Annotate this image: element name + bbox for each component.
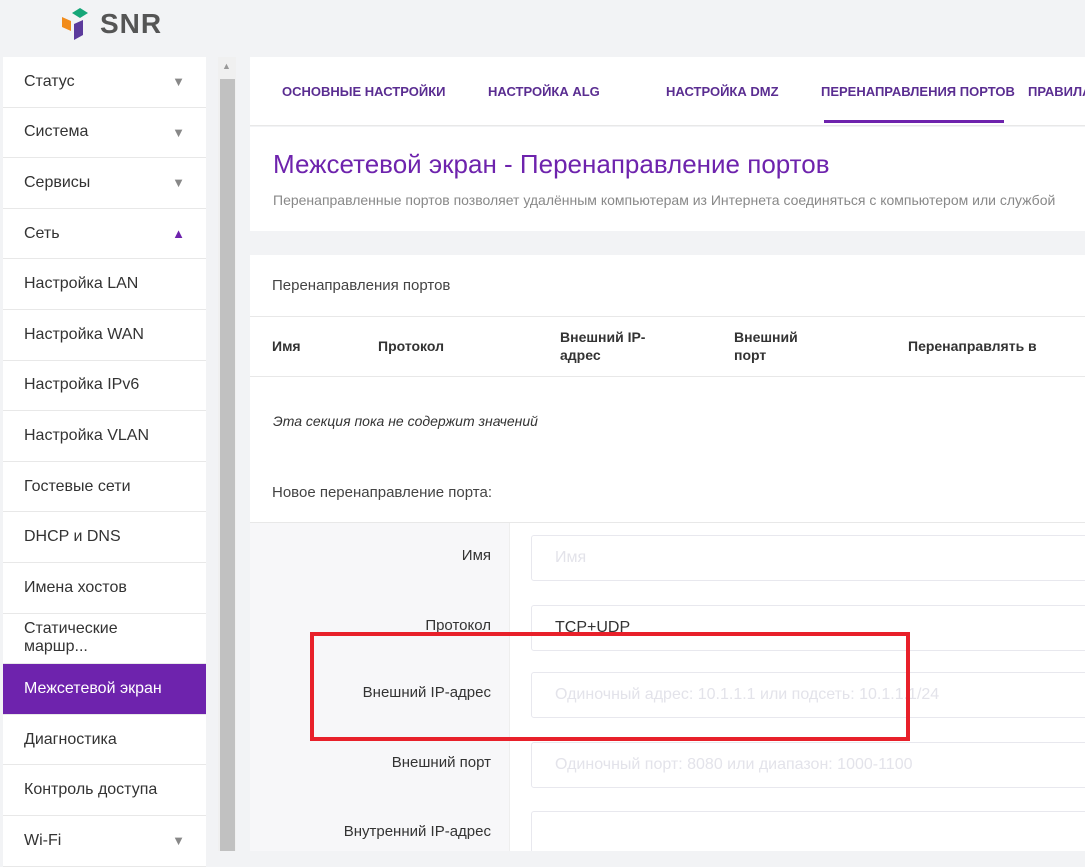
tab-alg[interactable]: НАСТРОЙКА ALG — [488, 84, 600, 99]
sidebar-item-label: Настройка IPv6 — [24, 376, 140, 394]
sidebar-item-label: Настройка VLAN — [24, 426, 150, 444]
page-title: Межсетевой экран - Перенаправление порто… — [273, 149, 830, 179]
sidebar-item[interactable]: Сервисы ▼ — [3, 158, 206, 209]
sidebar-item-label: Контроль доступа — [24, 781, 158, 799]
sidebar-item[interactable]: Контроль доступа — [3, 765, 206, 816]
sidebar-item[interactable]: Настройка WAN — [3, 310, 206, 361]
sidebar-item-label: Система — [24, 123, 89, 141]
col-forward-to: Перенаправлять в — [908, 338, 1037, 354]
tab-dmz[interactable]: НАСТРОЙКА DMZ — [666, 84, 779, 99]
chevron-down-icon: ▼ — [172, 124, 185, 140]
scrollbar-thumb[interactable] — [220, 79, 235, 851]
sidebar-item-label: Имена хостов — [24, 578, 127, 596]
name-label: Имя — [461, 547, 491, 564]
logo: SNR — [62, 7, 162, 41]
sidebar-item-label: Wi-Fi — [24, 831, 62, 849]
ext-port-label: Внешний порт — [391, 754, 491, 771]
int-ip-input[interactable] — [531, 811, 1085, 851]
ext-port-input[interactable]: Одиночный порт: 8080 или диапазон: 1000-… — [531, 742, 1085, 788]
col-name: Имя — [272, 338, 301, 354]
sidebar-item[interactable]: Статические маршр... — [3, 614, 206, 665]
sidebar-item-label: Сеть — [24, 224, 60, 242]
sidebar-item[interactable]: Настройка IPv6 — [3, 361, 206, 412]
sidebar-item[interactable]: Гостевые сети — [3, 462, 206, 513]
sidebar-item-label: DHCP и DNS — [24, 528, 121, 546]
sidebar-item-label: Настройка LAN — [24, 275, 139, 293]
int-ip-label: Внутренний IP-адрес — [343, 823, 491, 840]
chevron-up-icon: ▲ — [172, 226, 185, 242]
col-ext-ip: Внешний IP-адрес — [560, 329, 646, 363]
tab-basic-settings[interactable]: ОСНОВНЫЕ НАСТРОЙКИ — [282, 84, 445, 99]
port-forwarding-section: Перенаправления портов Имя Протокол Внеш… — [250, 255, 1085, 851]
snr-logo-icon — [62, 8, 88, 40]
sidebar-item-label: Статус — [24, 72, 75, 90]
logo-text: SNR — [100, 8, 163, 39]
col-protocol: Протокол — [378, 338, 444, 354]
sidebar-scrollbar[interactable]: ▲ — [218, 57, 236, 851]
sidebar-item-label: Статические маршр... — [24, 620, 118, 656]
tab-port-forwarding[interactable]: ПЕРЕНАПРАВЛЕНИЯ ПОРТОВ — [821, 84, 1015, 99]
sidebar: Статус ▼ Система ▼ Сервисы ▼ Сеть ▲ Настройка LA… — [3, 57, 206, 867]
section-title: Перенаправления портов — [272, 277, 451, 294]
tab-bar: ОСНОВНЫЕ НАСТРОЙКИ НАСТРОЙКА ALG НАСТРОЙ… — [250, 57, 1085, 126]
sidebar-item[interactable]: Статус ▼ — [3, 57, 206, 108]
sidebar-item-label: Диагностика — [24, 730, 117, 748]
name-input[interactable]: Имя — [531, 535, 1085, 581]
sidebar-item[interactable]: Настройка VLAN — [3, 411, 206, 462]
sidebar-item-label: Настройка WAN — [24, 325, 144, 343]
sidebar-item[interactable]: Система ▼ — [3, 108, 206, 159]
sidebar-item[interactable]: Межсетевой экран — [3, 664, 206, 715]
sidebar-item[interactable]: Wi-Fi ▼ — [3, 816, 206, 867]
chevron-down-icon: ▼ — [172, 74, 185, 90]
chevron-down-icon: ▼ — [172, 175, 185, 191]
sidebar-item[interactable]: Имена хостов — [3, 563, 206, 614]
col-ext-port: Внешний порт — [734, 329, 798, 363]
tab-rules[interactable]: ПРАВИЛА — [1028, 84, 1085, 99]
sidebar-item[interactable]: Диагностика — [3, 715, 206, 766]
scroll-up-icon[interactable]: ▲ — [222, 61, 231, 71]
new-forward-title: Новое перенаправление порта: — [272, 484, 492, 501]
sidebar-item-label: Межсетевой экран — [24, 679, 162, 697]
active-tab-indicator — [824, 120, 1004, 123]
sidebar-item[interactable]: Сеть ▲ — [3, 209, 206, 260]
sidebar-item[interactable]: DHCP и DNS — [3, 512, 206, 563]
sidebar-item[interactable]: Настройка LAN — [3, 259, 206, 310]
sidebar-item-label: Сервисы — [24, 173, 91, 191]
sidebar-item-label: Гостевые сети — [24, 477, 131, 495]
page-header: Межсетевой экран - Перенаправление порто… — [250, 127, 1085, 231]
empty-message: Эта секция пока не содержит значений — [273, 413, 538, 429]
highlight-box — [310, 632, 910, 741]
chevron-down-icon: ▼ — [172, 833, 185, 849]
page-description: Перенаправленные портов позволяет удалён… — [273, 192, 1056, 208]
